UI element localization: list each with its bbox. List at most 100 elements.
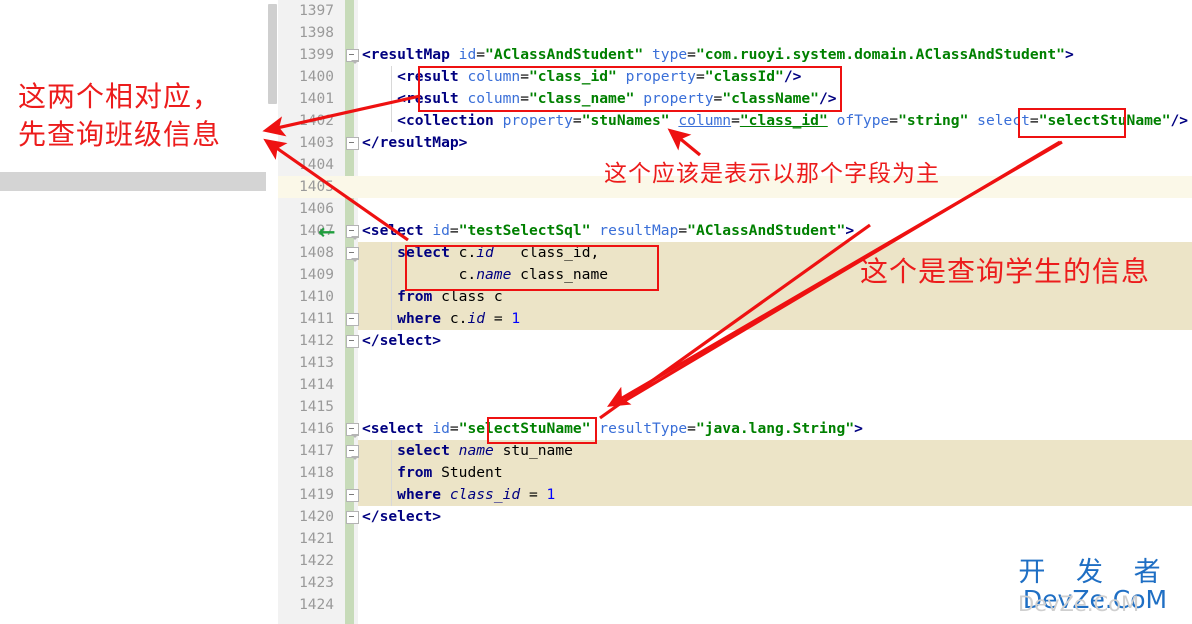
code-text[interactable]: <collection property="stuNames" column="… (362, 110, 1188, 132)
code-token: select (397, 244, 450, 261)
line-number: 1422 (299, 553, 334, 569)
code-line[interactable]: 1418 from Student (278, 462, 1192, 484)
fold-marker-expand[interactable] (346, 489, 359, 502)
fold-marker-collapse[interactable] (346, 247, 359, 262)
code-editor[interactable]: 1397 1398 1399 <resultMap id="AClassAndStud… (278, 0, 1192, 624)
code-token: "selectStuName" (458, 420, 591, 437)
code-token: 1 (511, 310, 521, 327)
code-text[interactable]: </resultMap> (362, 132, 467, 154)
fold-marker-expand[interactable] (346, 313, 359, 326)
code-token: "com.ruoyi.system.domain.AClassAndStuden… (695, 46, 1065, 63)
line-number: 1400 (299, 69, 334, 85)
code-token: <collection (397, 112, 494, 129)
line-number: 1408 (299, 245, 334, 261)
fold-marker-expand[interactable] (346, 511, 359, 524)
code-token: </resultMap> (362, 134, 468, 151)
code-token: id (432, 420, 450, 437)
indent-guide (391, 242, 392, 330)
code-line[interactable]: 1401 <result column="class_name" propert… (278, 88, 1192, 110)
code-token: Student (432, 464, 503, 481)
code-token: c. (441, 310, 468, 327)
code-text[interactable]: from Student (362, 462, 503, 484)
vertical-scrollbar-thumb[interactable] (268, 4, 277, 104)
code-token: = (449, 420, 459, 437)
line-number: 1405 (299, 179, 334, 195)
code-line[interactable]: 1416 <select id="selectStuName" resultTyp… (278, 418, 1192, 440)
code-text[interactable]: select c.id class_id, (362, 242, 599, 264)
code-line[interactable]: 1399 <resultMap id="AClassAndStudent" typ… (278, 44, 1192, 66)
run-gutter-arrow-icon[interactable]: ← (318, 221, 336, 243)
vertical-scrollbar-track[interactable] (266, 0, 278, 624)
code-line[interactable]: 1406 (278, 198, 1192, 220)
code-text[interactable]: <result column="class_name" property="cl… (362, 88, 837, 110)
code-token: name (476, 266, 512, 283)
code-line[interactable]: 1417 select name stu_name (278, 440, 1192, 462)
line-number: 1421 (299, 531, 334, 547)
fold-marker-collapse[interactable] (346, 49, 359, 64)
code-token: "classId" (704, 68, 784, 85)
code-line[interactable]: 1412 </select> (278, 330, 1192, 352)
code-token: "java.lang.String" (695, 420, 855, 437)
code-line[interactable]: 1403 </resultMap> (278, 132, 1192, 154)
code-token: = (889, 112, 899, 129)
code-text[interactable]: <resultMap id="AClassAndStudent" type="c… (362, 44, 1074, 66)
code-token: > (854, 420, 863, 437)
line-number: 1412 (299, 333, 334, 349)
code-line[interactable]: 1420 </select> (278, 506, 1192, 528)
code-text[interactable]: <select id="selectStuName" resultType="j… (362, 418, 863, 440)
fold-marker-collapse[interactable] (346, 225, 359, 240)
code-token: select (977, 112, 1030, 129)
code-line[interactable]: 1400 <result column="class_id" property=… (278, 66, 1192, 88)
line-number: 1404 (299, 157, 334, 173)
code-token: column (467, 90, 521, 107)
code-token: id (467, 310, 486, 327)
code-text[interactable]: from class c (362, 286, 502, 308)
code-token: property (625, 68, 696, 85)
code-token: resultType (599, 420, 688, 437)
code-token: from (397, 288, 433, 305)
code-line[interactable]: 1398 (278, 22, 1192, 44)
code-line[interactable]: 1402 <collection property="stuNames" col… (278, 110, 1192, 132)
fold-marker-expand[interactable] (346, 137, 359, 150)
code-text[interactable]: select name stu_name (362, 440, 573, 462)
code-token: /> (1170, 112, 1189, 129)
code-text[interactable]: </select> (362, 330, 441, 352)
code-token: </select> (362, 508, 442, 525)
code-token: c. (458, 244, 477, 261)
code-token: > (845, 222, 855, 239)
code-line[interactable]: 1414 (278, 374, 1192, 396)
code-text[interactable]: where c.id = 1 (362, 308, 520, 330)
code-token: <resultMap (362, 46, 450, 63)
code-token: column (678, 112, 732, 129)
code-line[interactable]: 1397 (278, 0, 1192, 22)
fold-marker-expand[interactable] (346, 335, 359, 348)
code-text[interactable]: c.name class_name (362, 264, 608, 286)
code-line[interactable]: 1415 (278, 396, 1192, 418)
code-text[interactable]: <select id="testSelectSql" resultMap="AC… (362, 220, 854, 242)
code-line[interactable]: 1421 (278, 528, 1192, 550)
code-token: class_name (511, 266, 609, 283)
code-token: type (652, 46, 688, 63)
code-text[interactable]: </select> (362, 506, 441, 528)
code-token: "string" (898, 112, 969, 129)
code-line[interactable]: 1413 (278, 352, 1192, 374)
fold-marker-collapse[interactable] (346, 423, 359, 438)
code-line[interactable]: 1407 <select id="testSelectSql" resultMap… (278, 220, 1192, 242)
code-line[interactable]: 1419 where class_id = 1 (278, 484, 1192, 506)
code-token: /> (818, 90, 837, 107)
fold-marker-collapse[interactable] (346, 445, 359, 460)
code-line[interactable]: 1411 where c.id = 1 (278, 308, 1192, 330)
code-token: select (397, 442, 450, 459)
code-text[interactable]: <result column="class_id" property="clas… (362, 66, 801, 88)
indent-guide (391, 440, 392, 506)
code-token: 1 (546, 486, 556, 503)
code-token: = (485, 310, 512, 327)
